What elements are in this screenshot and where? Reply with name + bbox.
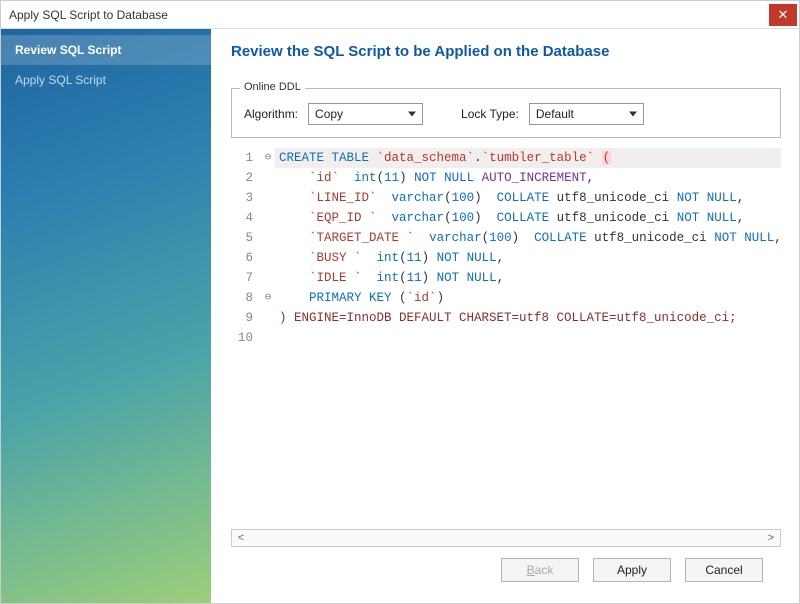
algorithm-value: Copy (315, 107, 343, 121)
titlebar: Apply SQL Script to Database ✕ (1, 1, 799, 29)
scroll-left-icon[interactable]: < (236, 532, 246, 544)
back-button: Back (501, 558, 579, 582)
scroll-right-icon[interactable]: > (766, 532, 776, 544)
algorithm-label: Algorithm: (244, 107, 298, 121)
cancel-button[interactable]: Cancel (685, 558, 763, 582)
main-panel: Review the SQL Script to be Applied on t… (211, 29, 799, 603)
editor-fold-column: ⊖⊖ (261, 148, 275, 348)
dialog-window: Apply SQL Script to Database ✕ Review SQ… (0, 0, 800, 604)
apply-button[interactable]: Apply (593, 558, 671, 582)
fold-toggle-icon[interactable]: ⊖ (261, 288, 275, 308)
locktype-label: Lock Type: (461, 107, 519, 121)
sidebar-step-label: Review SQL Script (15, 43, 121, 57)
cancel-label: Cancel (705, 563, 742, 577)
sql-editor[interactable]: 12345678910 ⊖⊖ CREATE TABLE `data_schema… (231, 148, 781, 348)
algorithm-select[interactable]: Copy (308, 103, 423, 125)
dialog-footer: Back Apply Cancel (231, 547, 781, 593)
online-ddl-group: Online DDL Algorithm: Copy Lock Type: De… (231, 88, 781, 138)
locktype-value: Default (536, 107, 574, 121)
apply-label: Apply (617, 563, 647, 577)
dialog-body: Review SQL Script Apply SQL Script Revie… (1, 29, 799, 603)
close-icon: ✕ (778, 7, 789, 23)
page-heading: Review the SQL Script to be Applied on t… (231, 43, 781, 60)
fold-toggle-icon[interactable]: ⊖ (261, 148, 275, 168)
online-ddl-legend: Online DDL (240, 81, 305, 93)
locktype-select[interactable]: Default (529, 103, 644, 125)
wizard-sidebar: Review SQL Script Apply SQL Script (1, 29, 211, 603)
close-button[interactable]: ✕ (769, 4, 797, 26)
sidebar-step-apply[interactable]: Apply SQL Script (1, 65, 211, 95)
editor-code[interactable]: CREATE TABLE `data_schema`.`tumbler_tabl… (275, 148, 781, 348)
back-mnemonic: B (527, 563, 535, 577)
editor-horizontal-scrollbar[interactable]: < > (231, 529, 781, 547)
window-title: Apply SQL Script to Database (9, 8, 168, 22)
sidebar-step-review[interactable]: Review SQL Script (1, 35, 211, 65)
sidebar-step-label: Apply SQL Script (15, 73, 106, 87)
editor-gutter: 12345678910 (231, 148, 261, 348)
